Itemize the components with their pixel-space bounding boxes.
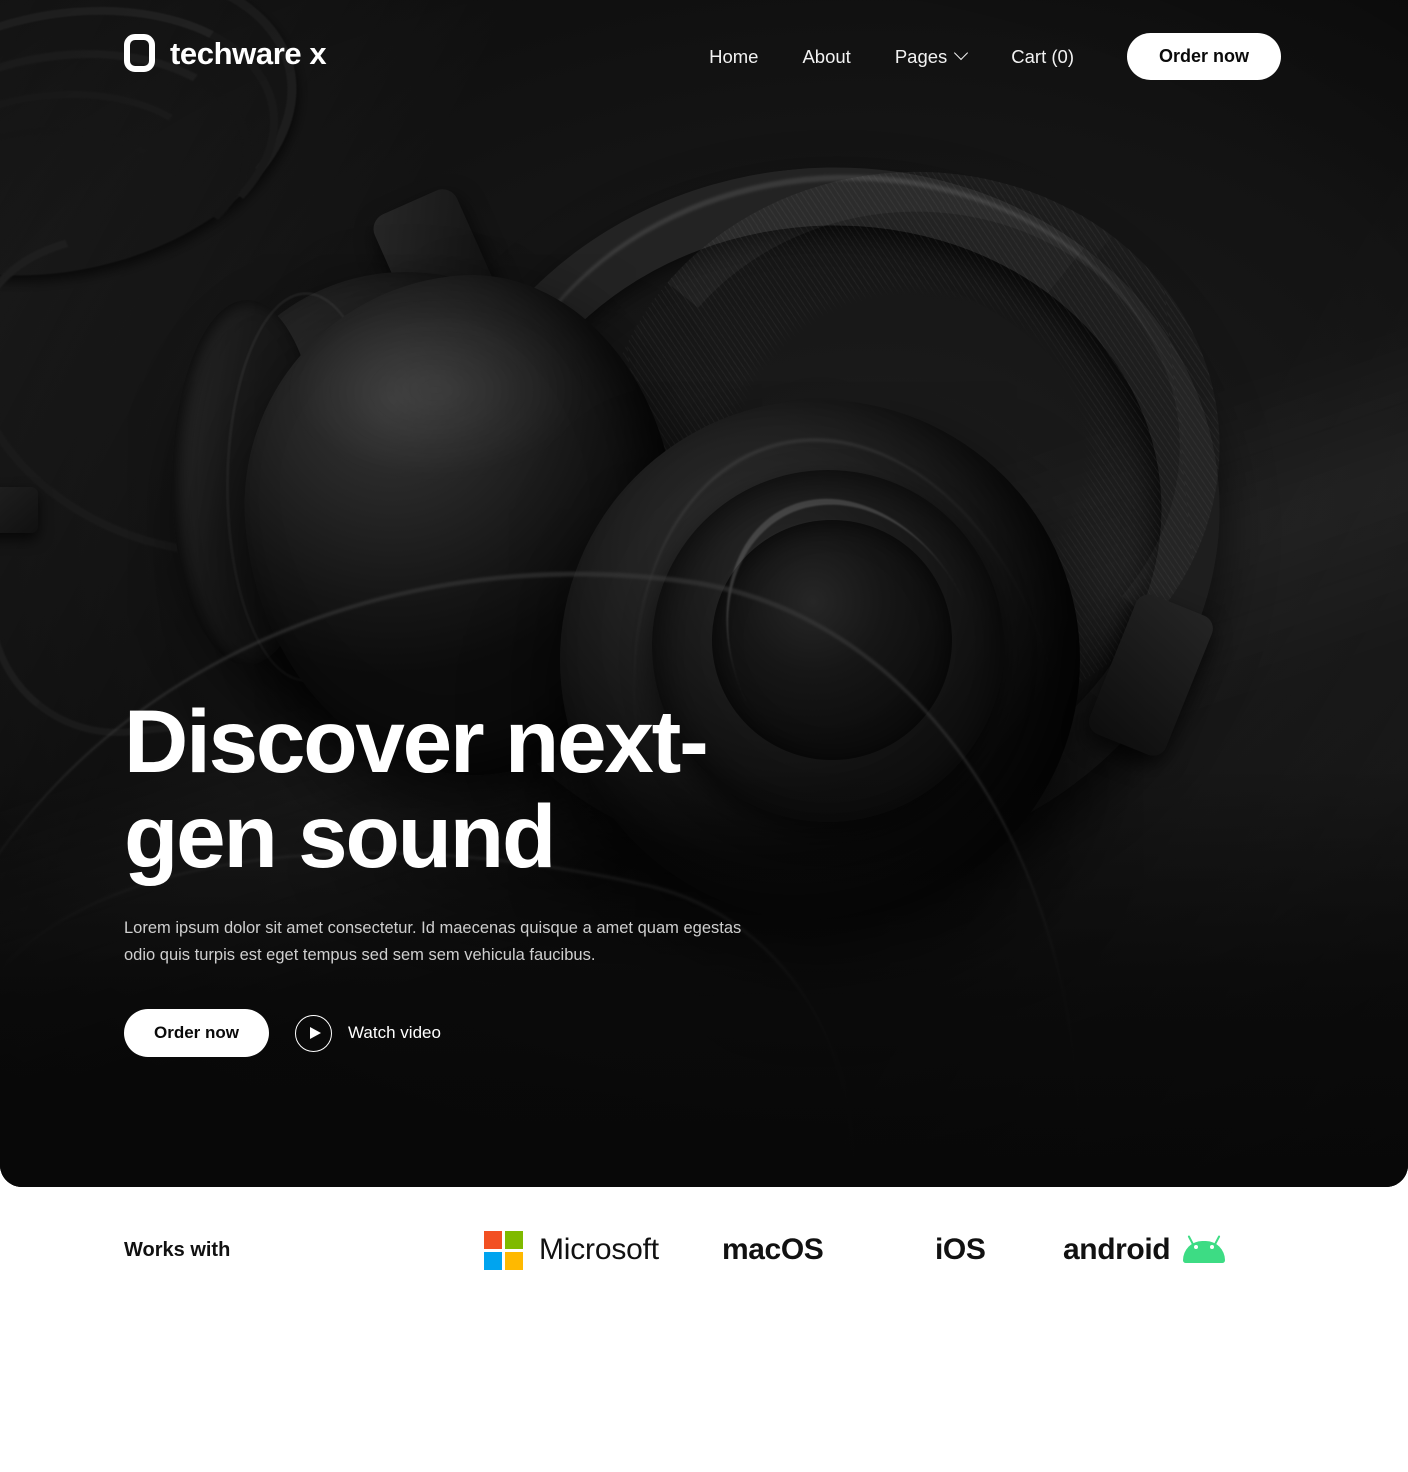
partner-logo-list: Microsoft macOS iOS android bbox=[484, 1230, 1284, 1270]
nav-item-pages-label: Pages bbox=[894, 46, 948, 67]
main-navigation: Home About Pages Cart (0) Order now bbox=[687, 33, 1281, 80]
logo-ios: iOS bbox=[935, 1233, 1063, 1267]
hero-title-line-2: gen sound bbox=[124, 786, 556, 886]
nav-item-cart[interactable]: Cart (0) bbox=[989, 33, 1096, 80]
hero-section: techware x Home About Pages Cart (0) Ord… bbox=[0, 0, 1408, 1187]
nav-item-about[interactable]: About bbox=[780, 33, 872, 80]
nav-item-home[interactable]: Home bbox=[687, 33, 780, 80]
hero-order-now-button[interactable]: Order now bbox=[124, 1009, 270, 1057]
hero-subtitle: Lorem ipsum dolor sit amet consectetur. … bbox=[124, 915, 764, 969]
hero-copy: Discover next- gen sound Lorem ipsum dol… bbox=[124, 694, 884, 1057]
works-with-section: Works with Microsoft macOS iOS android bbox=[0, 1187, 1408, 1472]
logo-microsoft-label: Microsoft bbox=[539, 1233, 659, 1266]
hero-title-line-1: Discover next- bbox=[124, 691, 709, 791]
hero-actions: Order now Watch video bbox=[124, 1009, 884, 1057]
works-with-row: Works with Microsoft macOS iOS android bbox=[124, 1215, 1284, 1285]
logo-ios-label: iOS bbox=[935, 1233, 986, 1266]
brand-name: techware x bbox=[170, 35, 327, 71]
header-order-now-button[interactable]: Order now bbox=[1126, 33, 1281, 80]
logo-android: android bbox=[1063, 1233, 1226, 1267]
logo-microsoft: Microsoft bbox=[484, 1230, 722, 1270]
play-circle-icon bbox=[295, 1014, 333, 1052]
site-header: techware x Home About Pages Cart (0) Ord… bbox=[0, 0, 1408, 112]
brand-logo[interactable]: techware x bbox=[124, 34, 327, 72]
watch-video-link[interactable]: Watch video bbox=[295, 1014, 441, 1052]
logo-macos: macOS bbox=[722, 1233, 935, 1267]
android-robot-icon bbox=[1183, 1235, 1226, 1263]
chevron-down-icon bbox=[956, 48, 967, 59]
nav-item-pages[interactable]: Pages bbox=[873, 33, 989, 80]
microsoft-squares-icon bbox=[484, 1230, 523, 1270]
watch-video-label: Watch video bbox=[348, 1023, 441, 1042]
page-title: Discover next- gen sound bbox=[124, 694, 884, 884]
works-with-label: Works with bbox=[124, 1238, 231, 1261]
logo-android-label: android bbox=[1063, 1233, 1171, 1266]
hero-subtitle-line-1: Lorem ipsum dolor sit amet consectetur. … bbox=[124, 919, 679, 937]
rounded-square-logo-icon bbox=[124, 34, 155, 72]
logo-macos-label: macOS bbox=[722, 1233, 824, 1266]
